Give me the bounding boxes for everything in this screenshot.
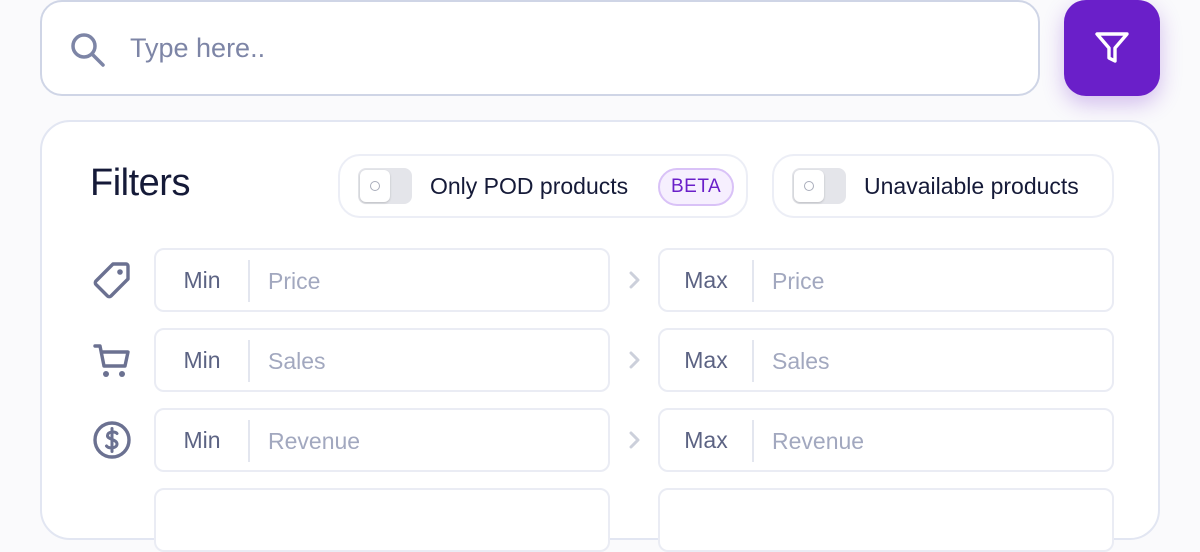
- search-box: [40, 0, 1040, 96]
- max-label: Max: [684, 267, 728, 293]
- max-label: Max: [684, 427, 728, 453]
- min-revenue-field[interactable]: Min: [154, 408, 610, 472]
- field-divider: [752, 340, 754, 382]
- min-sales-input[interactable]: [266, 338, 596, 384]
- max-price-input[interactable]: [770, 258, 1100, 304]
- funnel-icon: [1095, 32, 1129, 63]
- chevron-right-icon: [629, 271, 640, 289]
- min-price-input[interactable]: [266, 258, 596, 304]
- sales-range-row: Min Max: [42, 328, 1162, 392]
- field-divider: [248, 340, 250, 382]
- field-divider: [752, 420, 754, 462]
- min-label: Min: [183, 267, 221, 293]
- min-price-field[interactable]: Min: [154, 248, 610, 312]
- min-revenue-input[interactable]: [266, 418, 596, 464]
- min-label: Min: [183, 347, 221, 373]
- chevron-right-icon: [629, 431, 640, 449]
- toggle-label: Only POD products: [430, 173, 629, 199]
- next-max-field[interactable]: [658, 488, 1114, 552]
- next-range-row: [42, 488, 1162, 552]
- revenue-range-row: Min Max: [42, 408, 1162, 472]
- search-icon: [71, 33, 105, 67]
- unavailable-products-toggle[interactable]: Unavailable products: [772, 154, 1114, 218]
- filters-panel: Filters Only POD products BETA Unavailab…: [40, 120, 1162, 552]
- price-tag-icon: [93, 262, 130, 299]
- toggle-label: Unavailable products: [864, 173, 1079, 199]
- max-revenue-field[interactable]: Max: [658, 408, 1114, 472]
- toggle-switch[interactable]: [792, 168, 846, 204]
- dollar-coin-icon: [93, 421, 131, 459]
- filter-button[interactable]: [1064, 0, 1160, 96]
- chevron-right-icon: [629, 351, 640, 369]
- cart-icon: [93, 344, 130, 377]
- min-sales-field[interactable]: Min: [154, 328, 610, 392]
- max-sales-field[interactable]: Max: [658, 328, 1114, 392]
- next-min-field[interactable]: [154, 488, 610, 552]
- price-range-row: Min Max: [42, 248, 1162, 312]
- max-price-field[interactable]: Max: [658, 248, 1114, 312]
- field-divider: [752, 260, 754, 302]
- toggle-switch[interactable]: [358, 168, 412, 204]
- beta-badge: BETA: [658, 168, 735, 206]
- max-label: Max: [684, 347, 728, 373]
- field-divider: [248, 420, 250, 462]
- max-sales-input[interactable]: [770, 338, 1100, 384]
- field-divider: [248, 260, 250, 302]
- only-pod-products-toggle[interactable]: Only POD products BETA: [338, 154, 748, 218]
- max-revenue-input[interactable]: [770, 418, 1100, 464]
- min-label: Min: [183, 427, 221, 453]
- search-input[interactable]: [128, 22, 1008, 74]
- filters-title: Filters: [90, 162, 190, 204]
